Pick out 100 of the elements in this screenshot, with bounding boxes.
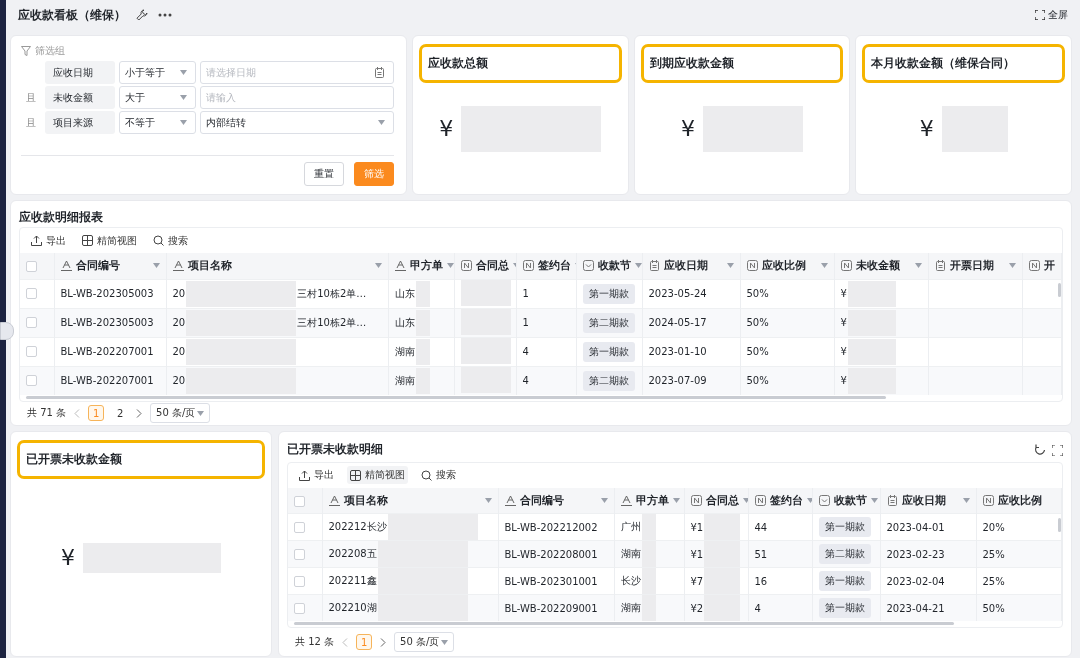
row-checkbox[interactable] [26, 317, 37, 329]
row-checkbox[interactable] [26, 346, 37, 358]
stage-tag: 第一期款 [818, 571, 871, 592]
table-cell: 4 [522, 346, 529, 358]
select-all-checkbox[interactable] [26, 261, 37, 273]
card-title: 到期应收款金额 [649, 56, 734, 70]
table-cell: BL-WB-202212002 [504, 521, 598, 533]
column-header: 应收日期 [901, 493, 947, 508]
table-cell: 湖南 [620, 547, 641, 562]
refresh-icon[interactable] [1034, 444, 1046, 457]
grid-view-icon [350, 469, 361, 481]
operator-select[interactable]: 小于等于 [119, 61, 196, 84]
sort-caret-icon [820, 263, 828, 269]
operator-select[interactable]: 不等于 [119, 111, 196, 134]
row-checkbox[interactable] [294, 549, 305, 561]
stage-tag: 第一期款 [582, 341, 635, 362]
table-cell: 湖南 [394, 373, 415, 388]
text-type-icon [394, 260, 406, 272]
sort-caret-icon [726, 263, 734, 269]
connector-label: 且 [25, 115, 37, 130]
page-size-select[interactable]: 50 条/页 [150, 403, 211, 424]
row-checkbox[interactable] [294, 576, 305, 588]
table-cell: ¥1 [690, 548, 704, 560]
toolbar-button[interactable]: 搜索 [418, 466, 459, 485]
total-count: 共 71 条 [27, 406, 67, 421]
column-header: 甲方单 [635, 493, 669, 508]
sort-caret-icon [446, 263, 453, 269]
wrench-icon[interactable] [136, 9, 148, 21]
expand-icon[interactable] [1052, 444, 1063, 456]
stage-tag: 第二期款 [582, 312, 635, 333]
calendar-icon [886, 495, 898, 507]
table-cell: 2024-05-17 [648, 317, 707, 329]
select-all-checkbox[interactable] [294, 495, 305, 507]
sort-caret-icon [152, 263, 160, 269]
page-button[interactable]: 2 [112, 405, 129, 422]
table-cell: 湖南 [394, 344, 415, 359]
table-cell: 50% [746, 375, 769, 387]
table-cell: 20% [982, 521, 1005, 533]
table-cell: 2023-01-10 [648, 346, 707, 358]
table-cell: ¥1 [690, 521, 704, 533]
table-cell: BL-WB-202305003 [60, 317, 154, 329]
value-select[interactable]: 内部结转 [200, 111, 394, 134]
text-type-icon [172, 260, 184, 272]
next-page-icon[interactable] [380, 637, 387, 647]
column-header: 应收比例 [997, 493, 1043, 508]
text-type-icon [620, 495, 632, 507]
select-type-icon [582, 260, 594, 272]
more-icon[interactable] [158, 13, 172, 17]
table-cell: ¥2 [690, 602, 704, 614]
next-page-icon[interactable] [136, 408, 143, 418]
table-title: 应收款明细报表 [19, 209, 104, 225]
number-type-icon [754, 495, 766, 507]
toolbar-button[interactable]: 导出 [296, 466, 337, 485]
export-icon [299, 469, 310, 481]
prev-page-icon[interactable] [342, 637, 349, 647]
page-size-select[interactable]: 50 条/页 [394, 632, 455, 653]
table-cell: BL-WB-202209001 [504, 602, 598, 614]
table-cell: 2023-07-09 [648, 375, 707, 387]
filter-group-label: 筛选组 [35, 44, 65, 58]
toolbar-button[interactable]: 导出 [28, 231, 69, 250]
table-cell: 2023-02-23 [886, 548, 945, 560]
number-type-icon [746, 260, 758, 272]
table-cell: 20 [172, 346, 186, 358]
column-header: 合同编号 [75, 258, 121, 273]
table-cell: 20 [172, 288, 186, 300]
table-cell: ¥7 [690, 575, 704, 587]
toolbar-button[interactable]: 搜索 [150, 231, 191, 250]
sort-caret-icon [374, 263, 382, 269]
row-checkbox[interactable] [294, 522, 305, 534]
row-checkbox[interactable] [26, 288, 37, 300]
sidebar-toggle[interactable] [0, 322, 14, 340]
card-title: 已开票未收款金额 [26, 452, 122, 466]
sort-caret-icon [634, 263, 641, 269]
sort-caret-icon [1008, 263, 1016, 269]
operator-select[interactable]: 大于 [119, 86, 196, 109]
column-header: 开票日期 [949, 258, 995, 273]
table-cell: 16 [754, 575, 768, 587]
table-cell: 44 [754, 521, 768, 533]
row-checkbox[interactable] [26, 375, 37, 387]
table-cell: 20 [172, 375, 186, 387]
row-checkbox[interactable] [294, 603, 305, 615]
caret-icon [197, 410, 205, 416]
table-cell: BL-WB-202301001 [504, 575, 598, 587]
sort-caret-icon [914, 263, 922, 269]
number-type-icon [522, 260, 534, 272]
export-icon [31, 235, 42, 247]
sort-caret-icon [672, 498, 680, 504]
number-type-icon [690, 495, 702, 507]
fullscreen-button[interactable]: 全屏 [1035, 8, 1068, 22]
toolbar-button[interactable]: 精简视图 [79, 231, 140, 250]
text-type-icon [60, 260, 72, 272]
prev-page-icon[interactable] [74, 408, 81, 418]
reset-button[interactable]: 重置 [304, 162, 344, 186]
text-type-icon [328, 495, 340, 507]
toolbar-button[interactable]: 精简视图 [347, 466, 408, 485]
calendar-icon [934, 260, 946, 272]
table-cell: ¥ [840, 317, 847, 329]
table-cell: 20 [172, 317, 186, 329]
filter-icon [21, 46, 31, 56]
total-count: 共 12 条 [295, 635, 335, 650]
